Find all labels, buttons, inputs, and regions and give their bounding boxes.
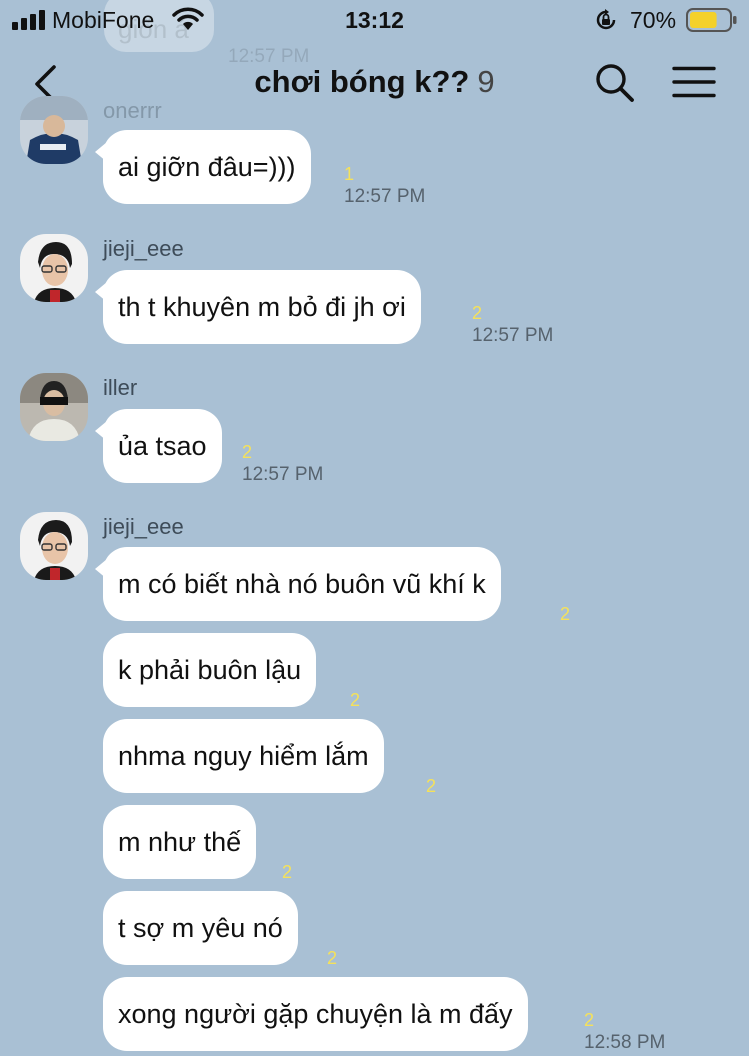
unread-count: 2	[426, 776, 437, 796]
avatar-photo-icon	[20, 373, 88, 441]
unread-count: 2	[282, 862, 293, 882]
message-text: m như thế	[118, 827, 242, 857]
message-text: m có biết nhà nó buôn vũ khí k	[118, 569, 486, 599]
avatar[interactable]	[20, 373, 88, 441]
avatar[interactable]	[20, 512, 88, 580]
battery-icon	[686, 8, 737, 32]
message-bubble[interactable]: xong người gặp chuyện là m đấy	[103, 977, 528, 1051]
chat-title-bar: chơi bóng k?? 9	[0, 64, 749, 100]
unread-count: 2	[584, 1010, 595, 1030]
message-text: ủa tsao	[118, 431, 207, 461]
message-bubble[interactable]: nhma nguy hiểm lắm	[103, 719, 384, 793]
unread-count: 1	[344, 164, 355, 184]
avatar-photo-icon	[20, 96, 88, 164]
message-bubble[interactable]: ủa tsao	[95, 409, 222, 483]
avatar-photo-icon	[20, 512, 88, 580]
message-text: nhma nguy hiểm lắm	[118, 741, 369, 771]
unread-count: 2	[327, 948, 338, 968]
sender-name: iller	[103, 375, 138, 400]
orientation-lock-icon	[596, 9, 616, 30]
unread-count: 2	[350, 690, 361, 710]
battery-percent: 70%	[630, 7, 677, 33]
message-bubble[interactable]: m như thế	[103, 805, 257, 879]
sender-name: onerrr	[103, 98, 162, 123]
chat-title: chơi bóng k??	[254, 64, 470, 99]
unread-count: 2	[560, 604, 571, 624]
avatar[interactable]	[20, 234, 88, 302]
avatar-photo-icon	[20, 234, 88, 302]
message-text: xong người gặp chuyện là m đấy	[118, 999, 513, 1029]
message-bubble[interactable]: t sợ m yêu nó	[103, 891, 298, 965]
sender-name: jieji_eee	[103, 236, 184, 261]
unread-count: 2	[242, 442, 253, 462]
message-time: 12:58 PM	[584, 1032, 666, 1053]
avatar[interactable]	[20, 96, 88, 164]
status-bar: MobiFone 13:12 70%	[0, 0, 749, 40]
message-bubble[interactable]: m có biết nhà nó buôn vũ khí k	[95, 547, 501, 621]
message-text: th t khuyên m bỏ đi jh ơi	[118, 292, 406, 322]
message-bubble[interactable]: k phải buôn lậu	[103, 633, 317, 707]
message-text: ai giỡn đâu=)))	[118, 152, 296, 182]
search-icon[interactable]	[594, 62, 636, 104]
message-bubble[interactable]: th t khuyên m bỏ đi jh ơi	[95, 270, 421, 344]
member-count: 9	[477, 64, 495, 99]
hamburger-menu-icon[interactable]	[672, 66, 716, 98]
message-time: 12:57 PM	[472, 325, 554, 346]
message-bubble[interactable]: ai giỡn đâu=)))	[95, 130, 311, 204]
unread-count: 2	[472, 303, 483, 323]
message-text: t sợ m yêu nó	[118, 913, 283, 943]
message-time: 12:57 PM	[242, 464, 324, 485]
message-text: k phải buôn lậu	[118, 655, 302, 685]
message-time: 12:57 PM	[344, 186, 426, 207]
sender-name: jieji_eee	[103, 514, 184, 539]
